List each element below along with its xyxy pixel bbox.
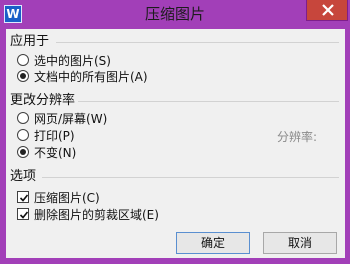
radio-all-pictures[interactable]: 文档中的所有图片(A) [17, 69, 197, 85]
radio-button[interactable] [17, 54, 29, 66]
radio-no-change[interactable]: 不变(N) [17, 145, 197, 161]
checkmark-icon [19, 211, 29, 219]
close-button[interactable] [306, 0, 348, 21]
checkbox[interactable] [17, 208, 29, 220]
cancel-button[interactable]: 取消 [263, 232, 337, 254]
radio-button[interactable] [17, 112, 29, 124]
title-bar[interactable]: W 压缩图片 [0, 0, 350, 28]
radio-selected-pictures[interactable]: 选中的图片(S) [17, 53, 197, 69]
ok-button[interactable]: 确定 [176, 232, 250, 254]
radio-print[interactable]: 打印(P) [17, 128, 197, 144]
checkbox[interactable] [17, 191, 29, 203]
checkmark-icon [19, 194, 29, 202]
checkbox-delete-cropped-areas[interactable]: 删除图片的剪裁区域(E) [17, 207, 217, 223]
checkbox-compress-pictures-label: 压缩图片(C) [34, 191, 100, 205]
close-icon [322, 4, 334, 16]
checkbox-delete-cropped-areas-label: 删除图片的剪裁区域(E) [34, 208, 159, 222]
resolution-group-label: 更改分辨率 [10, 93, 76, 108]
radio-web-screen-label: 网页/屏幕(W) [34, 112, 108, 126]
radio-button-checked[interactable] [17, 70, 29, 82]
apply-to-divider [56, 42, 339, 43]
radio-no-change-label: 不变(N) [34, 146, 77, 160]
resolution-value-label: 分辨率: [277, 130, 318, 144]
radio-print-label: 打印(P) [34, 129, 75, 143]
checkbox-compress-pictures[interactable]: 压缩图片(C) [17, 190, 197, 206]
compress-pictures-dialog: W 压缩图片 应用于 选中的图片(S) 文档中的所有图片(A) 更改分辨率 网页… [0, 0, 350, 264]
radio-button-checked[interactable] [17, 146, 29, 158]
radio-selected-pictures-label: 选中的图片(S) [34, 54, 111, 68]
radio-web-screen[interactable]: 网页/屏幕(W) [17, 111, 197, 127]
resolution-divider [78, 101, 339, 102]
dialog-body: 应用于 选中的图片(S) 文档中的所有图片(A) 更改分辨率 网页/屏幕(W) … [6, 29, 345, 258]
radio-button[interactable] [17, 129, 29, 141]
options-group-label: 选项 [10, 169, 37, 184]
radio-all-pictures-label: 文档中的所有图片(A) [34, 70, 148, 84]
apply-to-group-label: 应用于 [10, 34, 50, 49]
dialog-title: 压缩图片 [144, 5, 205, 23]
options-divider [42, 177, 339, 178]
